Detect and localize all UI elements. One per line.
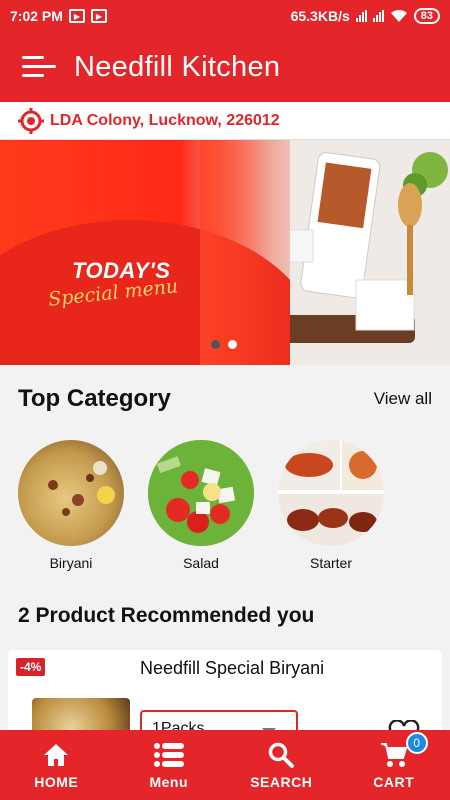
category-image bbox=[148, 440, 254, 546]
list-menu-icon bbox=[153, 740, 184, 770]
hamburger-menu-button[interactable] bbox=[22, 54, 56, 80]
home-icon bbox=[43, 740, 69, 770]
location-text: LDA Colony, Lucknow, 226012 bbox=[50, 111, 280, 129]
view-all-link[interactable]: View all bbox=[374, 389, 432, 409]
status-time: 7:02 PM bbox=[10, 8, 63, 24]
signal-icon bbox=[355, 10, 367, 22]
recommended-title: 2 Product Recommended you bbox=[18, 604, 315, 627]
carousel-dot-active[interactable] bbox=[228, 340, 237, 349]
signal-icon bbox=[372, 10, 384, 22]
cart-count-badge: 0 bbox=[405, 732, 428, 754]
promo-banner[interactable]: TODAY'S Special menu bbox=[0, 140, 450, 365]
nav-label: SEARCH bbox=[250, 774, 313, 790]
category-label: Starter bbox=[309, 555, 352, 571]
app-title: Needfill Kitchen bbox=[74, 50, 281, 83]
location-bar[interactable]: LDA Colony, Lucknow, 226012 bbox=[0, 102, 450, 140]
network-speed: 65.3KB/s bbox=[290, 8, 350, 24]
nav-label: Menu bbox=[149, 774, 189, 790]
category-item-salad[interactable]: Salad bbox=[148, 440, 254, 571]
cart-icon bbox=[380, 740, 408, 770]
product-name: Needfill Special Biryani bbox=[140, 658, 325, 678]
app-bar: Needfill Kitchen bbox=[0, 32, 450, 102]
notification-icon: ▶ bbox=[90, 9, 107, 23]
bottom-navigation: HOME Menu SEARCH 0 CART bbox=[0, 730, 450, 800]
category-item-biryani[interactable]: Biryani bbox=[18, 440, 124, 571]
nav-label: CART bbox=[373, 774, 415, 790]
nav-home[interactable]: HOME bbox=[0, 730, 113, 800]
location-target-icon bbox=[18, 107, 44, 134]
status-bar: 7:02 PM ▶ ▶ 65.3KB/s 83 bbox=[0, 0, 450, 32]
section-title: Top Category bbox=[18, 385, 171, 412]
top-category-header: Top Category View all bbox=[18, 385, 432, 413]
category-label: Salad bbox=[183, 555, 219, 571]
nav-cart[interactable]: 0 CART bbox=[338, 730, 450, 800]
battery-indicator: 83 bbox=[413, 8, 440, 24]
category-label: Biryani bbox=[49, 555, 93, 571]
tablet-kitchen-illustration bbox=[290, 140, 450, 365]
nav-menu[interactable]: Menu bbox=[113, 730, 226, 800]
category-image bbox=[278, 440, 384, 546]
nav-label: HOME bbox=[34, 774, 79, 790]
wifi-icon bbox=[390, 9, 407, 22]
category-list: Biryani Salad Starter bbox=[18, 440, 384, 571]
nav-search[interactable]: SEARCH bbox=[225, 730, 338, 800]
search-icon bbox=[268, 740, 295, 770]
category-image bbox=[18, 440, 124, 546]
discount-badge: -4% bbox=[16, 658, 46, 676]
carousel-dot[interactable] bbox=[211, 340, 220, 349]
notification-icon: ▶ bbox=[68, 9, 85, 23]
category-item-starter[interactable]: Starter bbox=[278, 440, 384, 571]
carousel-indicator bbox=[211, 340, 237, 349]
